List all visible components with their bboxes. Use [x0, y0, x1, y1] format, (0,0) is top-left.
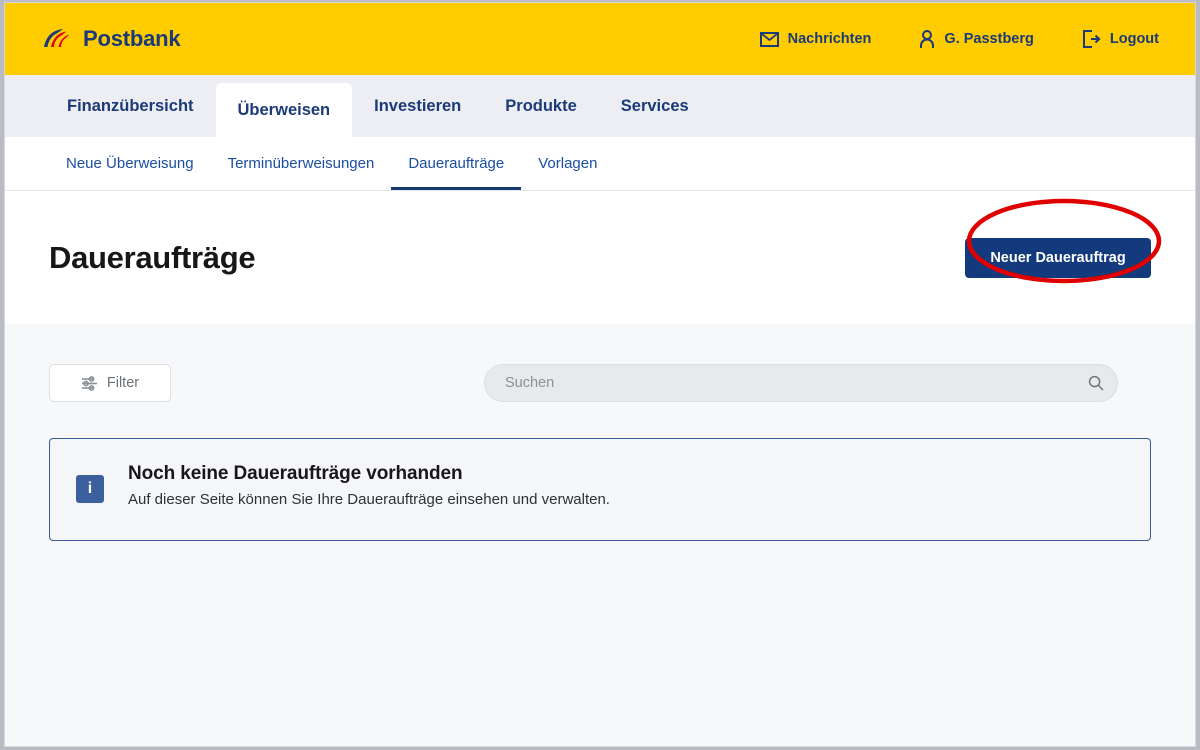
nav-tab-ueberweisen[interactable]: Überweisen — [215, 83, 353, 137]
postbank-swoosh-icon — [44, 29, 70, 47]
header-messages[interactable]: Nachrichten — [759, 31, 872, 47]
header-user-label: G. Passtberg — [944, 31, 1034, 47]
sub-navigation: Neue Überweisung Terminüberweisungen Dau… — [5, 137, 1195, 191]
sliders-icon — [81, 375, 97, 391]
search-input[interactable] — [484, 364, 1118, 402]
empty-state-info-box: i Noch keine Daueraufträge vorhanden Auf… — [49, 438, 1151, 541]
envelope-icon — [759, 31, 779, 47]
brand-name: Postbank — [83, 26, 181, 51]
header-actions: Nachrichten G. Passtberg Logout — [759, 29, 1159, 49]
toolbar: Filter — [49, 364, 1151, 402]
user-icon — [920, 29, 935, 48]
page-header-band: Daueraufträge Neuer Dauerauftrag — [5, 191, 1195, 324]
new-standing-order-button[interactable]: Neuer Dauerauftrag — [965, 237, 1151, 278]
sub-tab-vorlagen[interactable]: Vorlagen — [521, 137, 614, 190]
logout-icon — [1082, 30, 1101, 48]
info-box-content: Noch keine Daueraufträge vorhanden Auf d… — [128, 463, 610, 508]
sub-tab-neue-ueberweisung[interactable]: Neue Überweisung — [49, 137, 211, 190]
sub-tab-dauerauftraege[interactable]: Daueraufträge — [391, 137, 522, 190]
search-submit-button[interactable] — [1088, 375, 1104, 391]
info-box-text: Auf dieser Seite können Sie Ihre Dauerau… — [128, 491, 610, 508]
nav-tab-finanzuebersicht[interactable]: Finanzübersicht — [49, 75, 216, 137]
nav-tab-investieren[interactable]: Investieren — [352, 75, 483, 137]
search-box — [484, 364, 1118, 402]
search-icon — [1088, 375, 1104, 391]
nav-tab-produkte[interactable]: Produkte — [483, 75, 599, 137]
header-messages-label: Nachrichten — [787, 31, 872, 47]
header-logout[interactable]: Logout — [1082, 30, 1159, 48]
info-box-title: Noch keine Daueraufträge vorhanden — [128, 463, 463, 484]
main-navigation: Finanzübersicht Überweisen Investieren P… — [5, 75, 1195, 137]
filter-button-label: Filter — [106, 375, 140, 391]
header-user[interactable]: G. Passtberg — [919, 29, 1034, 49]
app-window: Postbank Nachrichten G. Passtberg Logout… — [4, 2, 1196, 747]
page-title: Daueraufträge — [49, 239, 256, 275]
header-logout-label: Logout — [1109, 31, 1159, 47]
info-icon: i — [76, 475, 104, 503]
postbank-logo[interactable]: Postbank — [43, 26, 181, 52]
nav-tab-services[interactable]: Services — [599, 75, 711, 137]
top-header: Postbank Nachrichten G. Passtberg Logout — [5, 3, 1195, 75]
content-area: Filter i Noch keine Daueraufträge vorhan… — [5, 324, 1195, 746]
filter-button[interactable]: Filter — [49, 364, 171, 402]
sub-tab-terminueberweisungen[interactable]: Terminüberweisungen — [211, 137, 392, 190]
